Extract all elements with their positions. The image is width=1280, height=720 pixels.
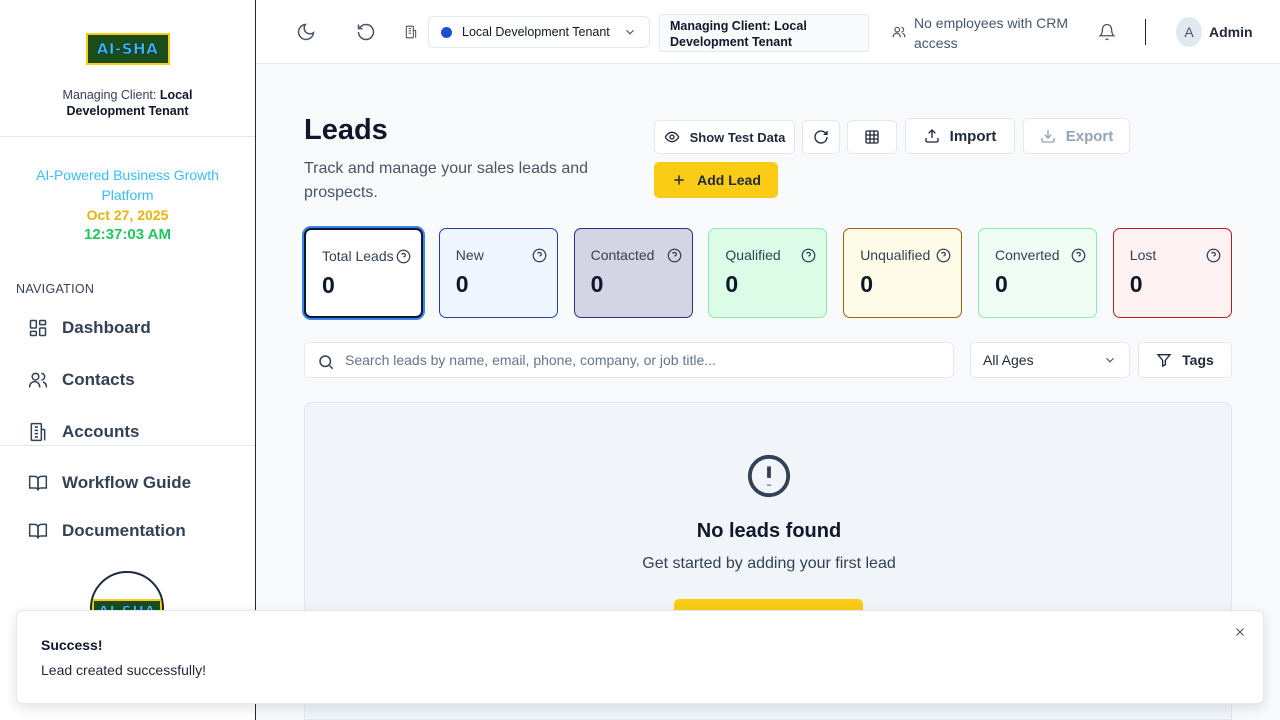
stat-label: Unqualified <box>860 247 931 263</box>
app-logo[interactable]: AI-SHA <box>85 33 170 65</box>
add-lead-button[interactable]: Add Lead <box>654 162 778 198</box>
sidebar-item-label: Workflow Guide <box>62 473 192 492</box>
close-icon[interactable] <box>1233 625 1247 639</box>
stat-card-contacted[interactable]: Contacted 0 <box>573 228 693 318</box>
sidebar-item-label: Dashboard <box>62 318 151 337</box>
managing-client-label: Managing Client: Local Development Tenan… <box>62 88 193 118</box>
plus-icon <box>674 175 684 185</box>
table-view-button[interactable] <box>847 120 897 154</box>
eye-icon <box>664 131 679 143</box>
sidebar-item-workflow-guide[interactable]: Workflow Guide <box>28 473 191 493</box>
stat-label: Total Leads <box>322 248 394 264</box>
header-divider <box>1145 19 1146 45</box>
building-icon <box>405 25 417 39</box>
help-circle-icon[interactable] <box>801 248 816 263</box>
download-icon <box>1041 130 1055 143</box>
stat-card-lost[interactable]: Lost 0 <box>1112 228 1232 318</box>
page-description: Track and manage your sales leads and pr… <box>304 160 589 201</box>
chevron-down-icon <box>626 29 634 35</box>
stat-value: 0 <box>322 272 335 298</box>
sidebar-item-accounts[interactable]: Accounts <box>28 422 139 442</box>
help-circle-icon[interactable] <box>936 248 951 263</box>
toast-title: Success! <box>41 637 103 653</box>
bell-icon[interactable] <box>1098 22 1116 42</box>
sidebar-date: Oct 27, 2025 <box>86 207 169 223</box>
chevron-down-icon <box>1106 357 1114 363</box>
stat-value: 0 <box>995 271 1008 297</box>
stat-value: 0 <box>1129 271 1143 297</box>
refresh-icon[interactable] <box>356 22 376 42</box>
help-circle-icon[interactable] <box>1206 248 1221 263</box>
tagline: AI-Powered Business Growth Platform <box>36 167 219 203</box>
age-filter-select[interactable]: All Ages <box>970 342 1130 378</box>
sidebar-item-documentation[interactable]: Documentation <box>28 521 186 541</box>
stat-value: 0 <box>455 271 469 297</box>
toast-message: Lead created successfully! <box>41 662 206 678</box>
help-circle-icon[interactable] <box>1071 248 1086 263</box>
stat-value: 0 <box>590 271 604 297</box>
top-header: Local Development Tenant Managing Client… <box>256 0 1280 64</box>
search-input[interactable]: Search leads by name, email, phone, comp… <box>304 342 954 378</box>
refresh-button[interactable] <box>802 120 840 154</box>
nav-heading: NAVIGATION <box>16 282 95 296</box>
avatar[interactable]: A <box>1176 17 1202 47</box>
sidebar-item-label: Accounts <box>62 422 140 441</box>
search-placeholder: Search leads by name, email, phone, comp… <box>345 352 716 368</box>
empty-state-subtitle: Get started by adding your first lead <box>642 555 896 572</box>
stat-label: New <box>455 247 484 263</box>
filter-icon <box>1156 354 1172 368</box>
stat-label: Converted <box>995 247 1060 263</box>
help-circle-icon[interactable] <box>532 248 547 263</box>
stat-card-total-leads[interactable]: Total Leads 0 <box>304 228 423 318</box>
stat-value: 0 <box>860 271 873 297</box>
building-icon <box>30 422 46 442</box>
users-icon <box>892 26 906 38</box>
tenant-select[interactable]: Local Development Tenant <box>428 16 650 48</box>
stat-label: Contacted <box>590 247 655 263</box>
sidebar-brand: AI-SHA Managing Client: Local Developmen… <box>0 0 255 137</box>
empty-state-title: No leads found <box>696 520 842 542</box>
alert-circle-icon <box>747 454 791 498</box>
stat-card-unqualified[interactable]: Unqualified 0 <box>843 228 963 318</box>
export-button[interactable]: Export <box>1023 118 1130 154</box>
stat-label: Lost <box>1129 247 1157 263</box>
tenant-status-dot <box>441 26 452 38</box>
page-title: Leads <box>304 114 388 146</box>
sidebar-item-dashboard[interactable]: Dashboard <box>28 318 151 338</box>
user-name[interactable]: Admin <box>1209 24 1253 40</box>
managing-client-badge: Managing Client: Local Development Tenan… <box>659 14 869 52</box>
show-test-data-button[interactable]: Show Test Data <box>654 120 795 154</box>
refresh-icon <box>814 130 828 144</box>
sidebar-item-contacts[interactable]: Contacts <box>28 370 135 390</box>
dashboard-icon <box>29 319 47 337</box>
grid-icon <box>865 130 879 144</box>
upload-icon <box>924 129 939 143</box>
stat-value: 0 <box>725 271 739 297</box>
import-button[interactable]: Import <box>905 118 1015 154</box>
tenant-select-value: Local Development Tenant <box>462 25 610 39</box>
stat-label: Qualified <box>725 247 781 263</box>
tags-filter-button[interactable]: Tags <box>1138 342 1232 378</box>
search-icon <box>319 355 334 370</box>
sidebar-item-label: Contacts <box>62 370 135 389</box>
success-toast: Success! Lead created successfully! <box>16 610 1264 704</box>
users-icon <box>28 372 48 388</box>
employee-notice: No employees with CRM access <box>892 13 1082 53</box>
book-icon <box>28 475 48 491</box>
stat-card-qualified[interactable]: Qualified 0 <box>708 228 828 318</box>
help-circle-icon[interactable] <box>667 248 682 263</box>
logo-text: AI-SHA <box>96 39 159 58</box>
help-circle-icon[interactable] <box>396 249 411 264</box>
stat-card-converted[interactable]: Converted 0 <box>978 228 1097 318</box>
stat-card-new[interactable]: New 0 <box>438 228 558 318</box>
book-icon <box>28 523 48 539</box>
sidebar-time: 12:37:03 AM <box>84 226 171 243</box>
moon-icon[interactable] <box>296 22 316 42</box>
sidebar-item-label: Documentation <box>62 521 186 540</box>
nav-divider <box>0 445 255 446</box>
